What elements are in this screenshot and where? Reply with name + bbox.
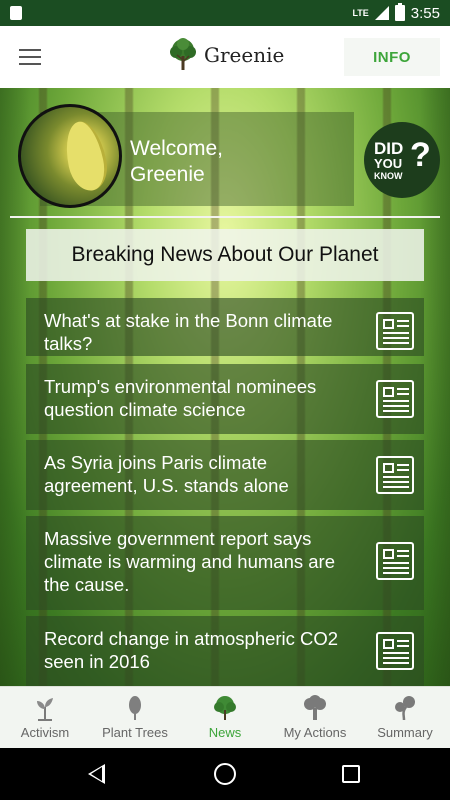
welcome-user-name: Greenie	[130, 163, 205, 186]
nav-label: Plant Trees	[102, 725, 168, 740]
system-navigation-bar	[0, 748, 450, 800]
nav-summary[interactable]: Summary	[360, 687, 450, 748]
nav-label: My Actions	[283, 725, 347, 740]
nav-activism[interactable]: Activism	[0, 687, 90, 748]
clock: 3:55	[410, 4, 440, 22]
nav-plant-trees[interactable]: Plant Trees	[90, 687, 180, 748]
app-bar: Greenie INFO	[0, 26, 450, 88]
sprout-icon	[37, 698, 53, 721]
news-title: Record change in atmospheric CO2 seen in…	[44, 628, 339, 672]
newspaper-icon	[376, 312, 414, 350]
nav-label: Activism	[20, 725, 70, 740]
did-you-know-button[interactable]: DID YOU KNOW ?	[364, 122, 440, 198]
nav-my-actions[interactable]: My Actions	[270, 687, 360, 748]
welcome-text: Welcome, Greenie	[130, 136, 223, 188]
bottom-navigation: Activism Plant Trees News My Actions Sum…	[0, 686, 450, 748]
battery-icon	[394, 3, 405, 21]
info-button[interactable]: INFO	[344, 38, 440, 76]
signal-icon	[374, 6, 389, 20]
avatar[interactable]	[18, 104, 122, 208]
sd-card-icon	[10, 6, 22, 20]
nav-label: News	[208, 725, 242, 740]
news-header: Breaking News About Our Planet	[26, 229, 424, 281]
oak-icon	[304, 695, 326, 720]
recent-apps-icon[interactable]	[342, 765, 360, 783]
status-bar: LTE 3:55	[0, 0, 450, 26]
news-item[interactable]: Massive government report says climate i…	[26, 516, 424, 610]
question-mark-icon: ?	[410, 136, 431, 174]
newspaper-icon	[376, 632, 414, 670]
news-title: What's at stake in the Bonn climate talk…	[44, 310, 333, 354]
newspaper-icon	[376, 456, 414, 494]
menu-icon[interactable]	[0, 26, 60, 88]
news-title: As Syria joins Paris climate agreement, …	[44, 452, 289, 496]
home-icon[interactable]	[214, 763, 236, 785]
news-item[interactable]: Record change in atmospheric CO2 seen in…	[26, 616, 424, 686]
news-title: Massive government report says climate i…	[44, 528, 335, 595]
back-icon[interactable]	[88, 764, 105, 784]
brand-logo: Greenie	[168, 38, 284, 72]
tree-icon	[129, 696, 141, 720]
network-type: LTE	[352, 8, 369, 18]
divider	[10, 216, 440, 218]
tree-logo-icon	[170, 38, 196, 70]
nav-label: Summary	[377, 725, 433, 740]
welcome-line1: Welcome,	[130, 137, 223, 160]
brand-name: Greenie	[204, 43, 285, 67]
newspaper-icon	[376, 380, 414, 418]
news-item[interactable]: What's at stake in the Bonn climate talk…	[26, 298, 424, 356]
tree-round-icon	[214, 696, 236, 720]
newspaper-icon	[376, 542, 414, 580]
main-content: Welcome, Greenie DID YOU KNOW ? Breaking…	[0, 88, 450, 686]
news-title: Trump's environmental nominees question …	[44, 376, 317, 420]
news-item[interactable]: As Syria joins Paris climate agreement, …	[26, 440, 424, 510]
bonsai-icon	[395, 696, 415, 721]
nav-news[interactable]: News	[180, 687, 270, 748]
news-item[interactable]: Trump's environmental nominees question …	[26, 364, 424, 434]
